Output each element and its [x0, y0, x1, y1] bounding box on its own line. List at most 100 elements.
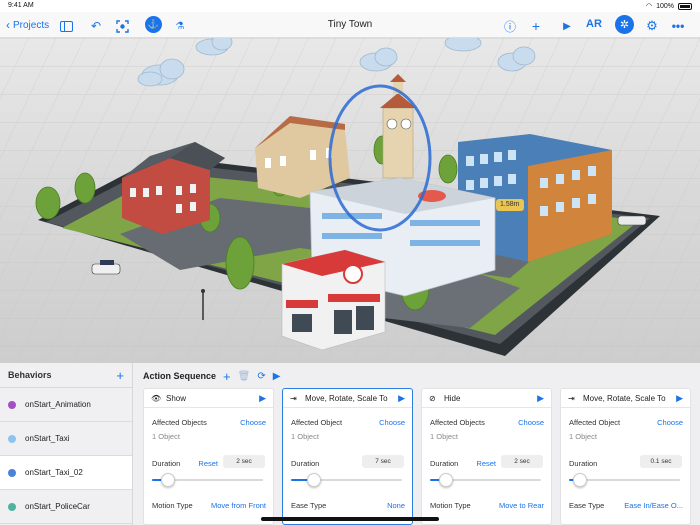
- play-sequence-button[interactable]: ▶: [273, 371, 281, 382]
- reset-button[interactable]: Reset: [476, 459, 496, 468]
- behavior-label: onStart_Animation: [25, 400, 91, 409]
- behavior-color-dot: [8, 400, 16, 409]
- action-sequence-header: Action Sequence + 🗑 ⟳ ▶: [143, 368, 280, 384]
- battery-icon: [678, 2, 692, 10]
- status-right: ◠ 100%: [646, 2, 692, 10]
- action-card-header: ⇥ Move, Rotate, Scale To ▶: [283, 389, 412, 408]
- info-button[interactable]: ⓘ: [502, 18, 518, 34]
- duration-label: Duration: [152, 459, 181, 468]
- behavior-color-dot: [8, 502, 16, 511]
- bottom-panel: Behaviors + onStart_Animation onStart_Ta…: [0, 363, 700, 525]
- slider-knob[interactable]: [160, 473, 175, 487]
- motion-type-row: Motion Type Move from Front: [152, 501, 266, 510]
- add-button[interactable]: +: [528, 18, 544, 34]
- duration-row: Duration: [569, 459, 635, 468]
- nav-bar: ‹ Projects ↶ ⚓ ⚗ Tiny Town ⓘ + ▶ AR ✲ ⚙ …: [0, 12, 700, 38]
- action-card-title: Hide: [444, 393, 461, 403]
- ease-type-value[interactable]: None: [387, 501, 405, 510]
- behavior-item[interactable]: onStart_Taxi: [0, 422, 132, 456]
- duration-value[interactable]: 2 sec: [501, 455, 543, 468]
- action-card-hide[interactable]: ⊘ Hide ▶ Affected Objects Choose 1 Objec…: [421, 388, 552, 525]
- slider-knob[interactable]: [306, 473, 321, 487]
- behaviors-title: Behaviors: [8, 370, 52, 380]
- play-action-button[interactable]: ▶: [259, 393, 266, 404]
- action-card-title: Show: [166, 393, 187, 403]
- choose-button[interactable]: Choose: [518, 418, 544, 427]
- plus-icon: +: [531, 18, 541, 34]
- affected-objects-row: Affected Objects Choose: [152, 418, 266, 427]
- settings-button[interactable]: ⚙: [644, 18, 660, 34]
- choose-button[interactable]: Choose: [379, 418, 405, 427]
- behaviors-toggle-button[interactable]: ✲: [615, 15, 634, 34]
- affected-objects-label: Affected Objects: [152, 418, 207, 427]
- duration-label: Duration: [569, 459, 598, 468]
- action-card-header: ⊘ Hide ▶: [422, 389, 551, 408]
- behavior-item[interactable]: onStart_PoliceCar: [0, 490, 132, 524]
- affected-object-label: Affected Object: [291, 418, 343, 427]
- more-button[interactable]: •••: [670, 18, 686, 34]
- behaviors-icon: ✲: [615, 15, 634, 34]
- duration-row: Duration Reset: [430, 459, 496, 468]
- motion-type-label: Motion Type: [152, 501, 193, 510]
- duration-row: Duration: [291, 459, 357, 468]
- choose-button[interactable]: Choose: [240, 418, 266, 427]
- ease-type-row: Ease Type None: [291, 501, 405, 510]
- loop-icon[interactable]: ⟳: [257, 371, 265, 382]
- play-action-button[interactable]: ▶: [676, 393, 683, 404]
- add-action-button[interactable]: +: [223, 369, 231, 384]
- behaviors-sidebar: Behaviors + onStart_Animation onStart_Ta…: [0, 363, 133, 525]
- affected-objects-row: Affected Objects Choose: [430, 418, 544, 427]
- add-behavior-button[interactable]: +: [116, 368, 124, 383]
- gear-icon: ⚙: [646, 18, 658, 33]
- delete-action-icon[interactable]: 🗑: [238, 371, 251, 382]
- status-time: 9:41 AM: [8, 2, 34, 9]
- behaviors-header: Behaviors +: [0, 363, 132, 388]
- play-action-button[interactable]: ▶: [398, 393, 405, 404]
- duration-slider[interactable]: [291, 473, 402, 487]
- action-card-move[interactable]: ⇥ Move, Rotate, Scale To ▶ Affected Obje…: [282, 388, 413, 525]
- object-count: 1 Object: [569, 432, 597, 441]
- action-card-header: 👁 Show ▶: [144, 389, 273, 408]
- behavior-color-dot: [8, 434, 16, 443]
- slider-knob[interactable]: [573, 473, 587, 487]
- ease-type-label: Ease Type: [569, 501, 605, 510]
- status-bar: 9:41 AM ◠ 100%: [0, 0, 700, 12]
- behavior-label: onStart_Taxi_02: [25, 468, 83, 477]
- ease-type-value[interactable]: Ease In/Ease O...: [624, 501, 683, 510]
- action-card-show[interactable]: 👁 Show ▶ Affected Objects Choose 1 Objec…: [143, 388, 274, 525]
- motion-type-label: Motion Type: [430, 501, 471, 510]
- move-icon: ⇥: [568, 393, 575, 403]
- duration-value[interactable]: 0.1 sec: [640, 455, 682, 468]
- play-button[interactable]: ▶: [559, 18, 575, 34]
- home-indicator[interactable]: [261, 517, 439, 521]
- behavior-item-selected[interactable]: onStart_Taxi_02: [0, 456, 132, 490]
- motion-type-value[interactable]: Move from Front: [211, 501, 266, 510]
- duration-value[interactable]: 2 sec: [223, 455, 265, 468]
- behavior-color-dot: [8, 468, 16, 477]
- duration-slider[interactable]: [152, 473, 263, 487]
- slider-knob[interactable]: [438, 473, 453, 487]
- behavior-label: onStart_Taxi: [25, 434, 70, 443]
- affected-object-row: Affected Object Choose: [291, 418, 405, 427]
- play-icon: ▶: [563, 20, 571, 32]
- eye-slash-icon: ⊘: [429, 393, 436, 403]
- more-icon: •••: [671, 19, 685, 33]
- duration-slider[interactable]: [569, 473, 680, 487]
- scene-illustration: [0, 38, 700, 363]
- duration-slider[interactable]: [430, 473, 541, 487]
- duration-value[interactable]: 7 sec: [362, 455, 404, 468]
- ar-button[interactable]: AR: [586, 18, 602, 30]
- play-action-button[interactable]: ▶: [537, 393, 544, 404]
- duration-row: Duration Reset: [152, 459, 218, 468]
- motion-type-value[interactable]: Move to Rear: [499, 501, 544, 510]
- choose-button[interactable]: Choose: [657, 418, 683, 427]
- move-icon: ⇥: [290, 393, 297, 403]
- duration-label: Duration: [291, 459, 320, 468]
- behavior-item[interactable]: onStart_Animation: [0, 388, 132, 422]
- ease-type-row: Ease Type Ease In/Ease O...: [569, 501, 683, 510]
- ease-type-label: Ease Type: [291, 501, 327, 510]
- measure-label: 1.58m: [500, 201, 520, 208]
- scene-viewport[interactable]: 1.58m: [0, 38, 700, 363]
- action-card-move[interactable]: ⇥ Move, Rotate, Scale To ▶ Affected Obje…: [560, 388, 691, 525]
- reset-button[interactable]: Reset: [198, 459, 218, 468]
